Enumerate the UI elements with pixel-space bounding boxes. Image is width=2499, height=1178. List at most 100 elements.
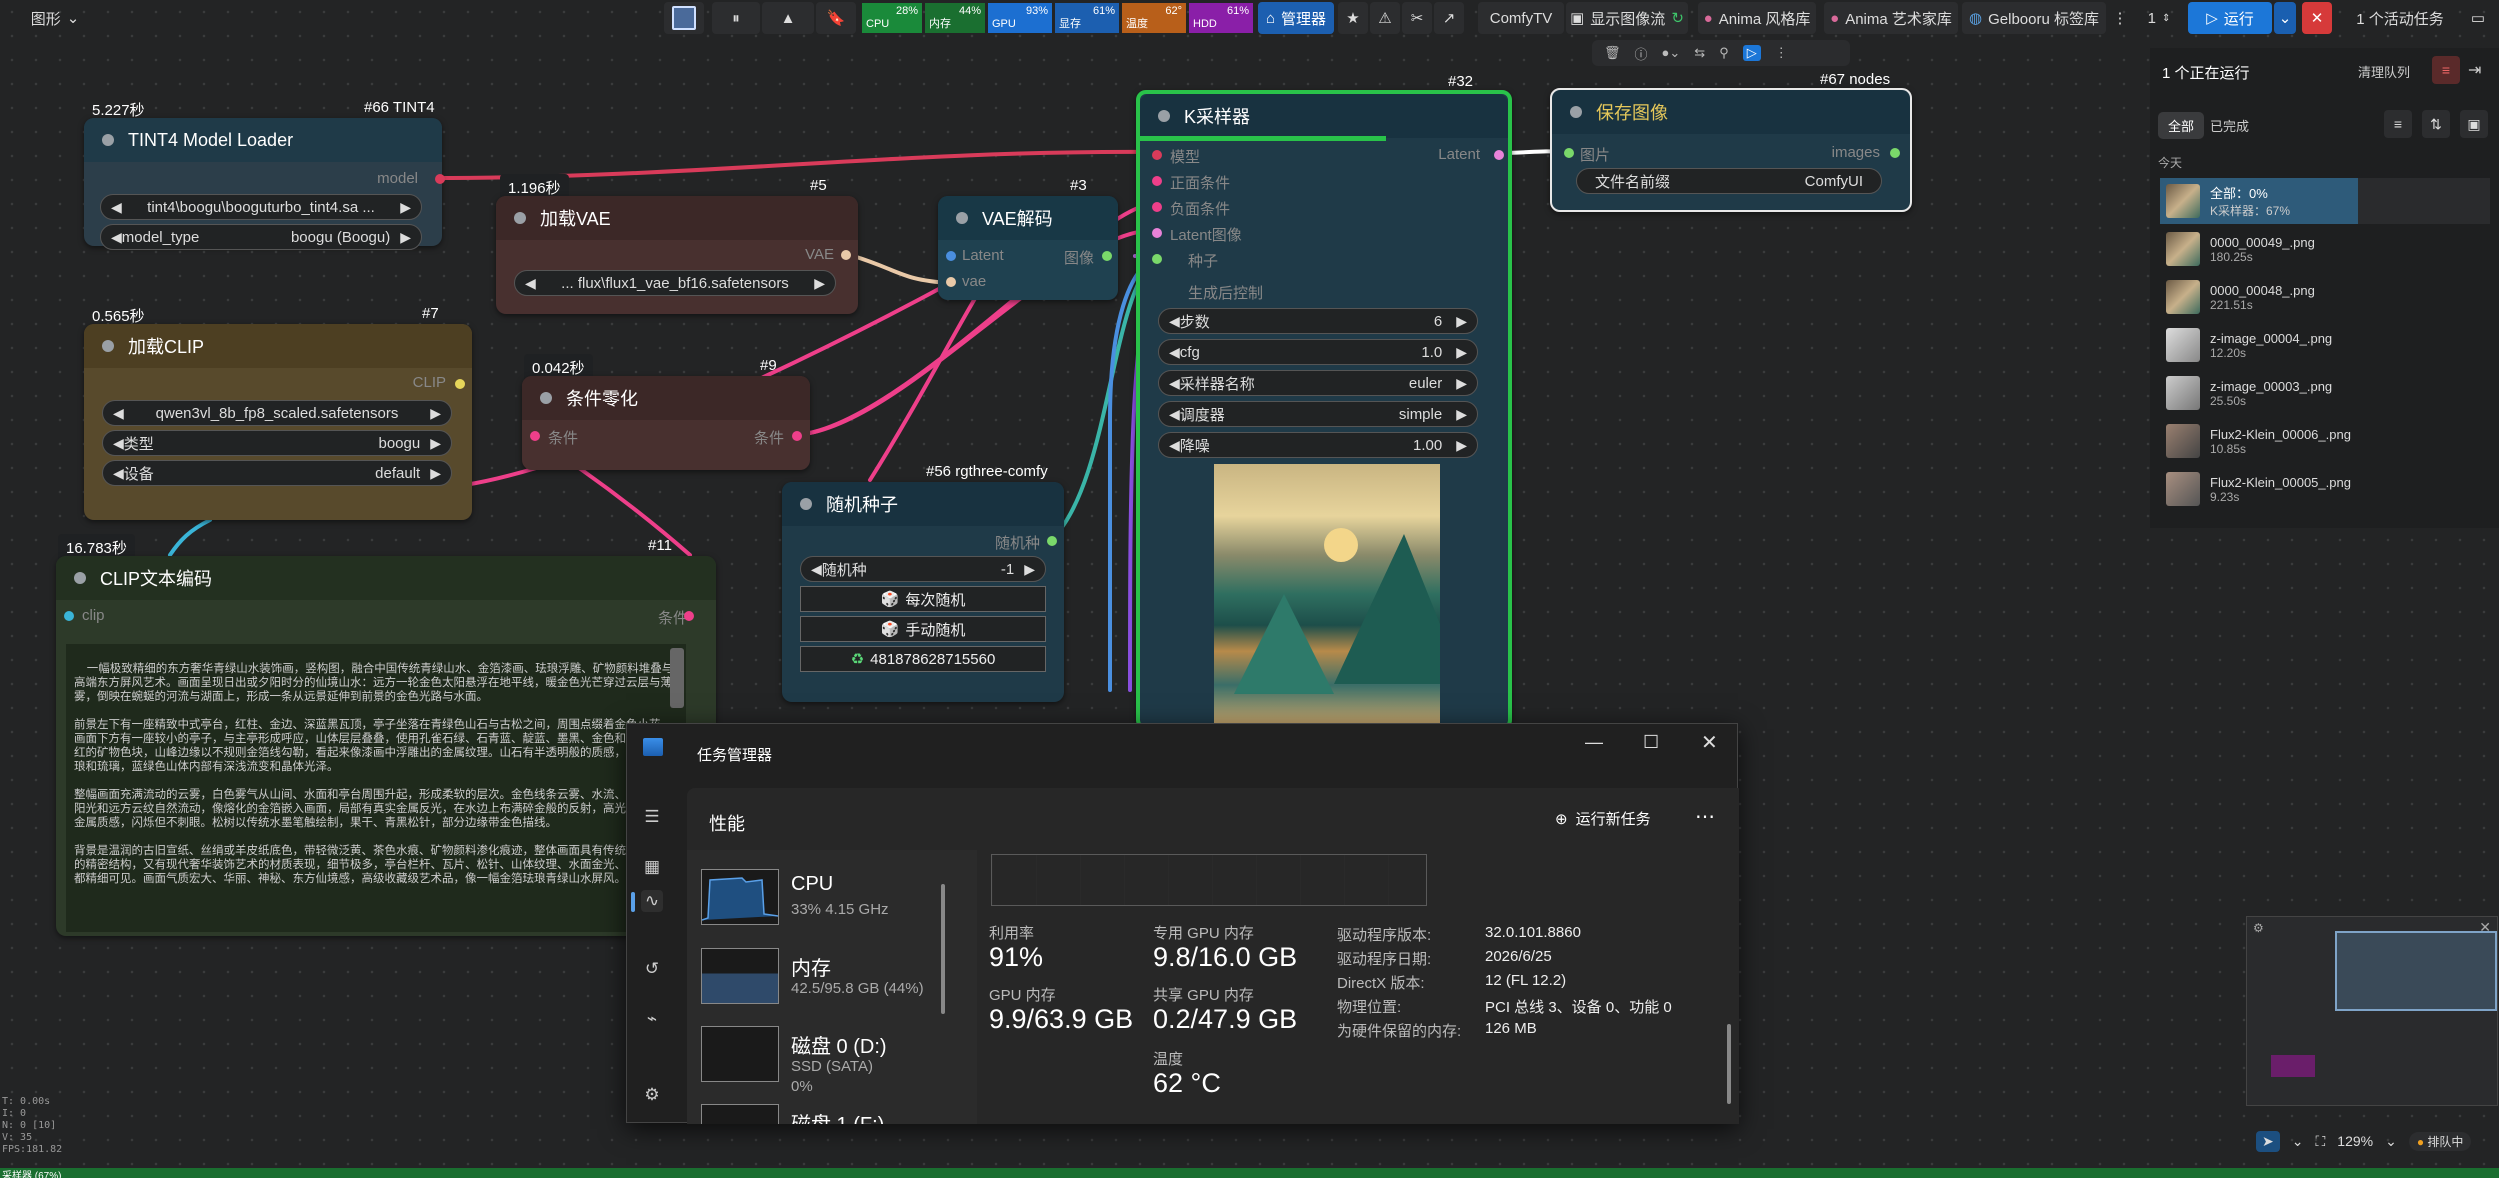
queue-item[interactable]: z-image_00003_.png 25.50s [2160, 370, 2490, 416]
output-port[interactable] [1102, 251, 1112, 261]
output-port[interactable] [1047, 536, 1057, 546]
output-port[interactable] [841, 250, 851, 260]
minimap-settings-icon[interactable]: ⚙ [2253, 921, 2264, 935]
queue-item[interactable]: 0000_00049_.png 180.25s [2160, 226, 2490, 272]
minimap-viewport[interactable] [2335, 931, 2497, 1011]
color-icon[interactable]: ●⌄ [1662, 45, 1681, 61]
perf-item-disk0[interactable]: 磁盘 0 (D:) SSD (SATA) 0% [701, 1026, 946, 1095]
vae-file-select[interactable]: ◀ ... flux\flux1_vae_bf16.safetensors ▶ [514, 270, 836, 296]
comfytv-button[interactable]: ComfyTV [1478, 2, 1564, 34]
history-icon[interactable]: ↺ [641, 958, 663, 980]
denoise-input[interactable]: ◀ 降噪 1.00 ▶ [1158, 432, 1478, 458]
input-port[interactable] [946, 277, 956, 287]
gelbooru-button[interactable]: ◍ Gelbooru 标签库 [1962, 2, 2106, 34]
clip-name-select[interactable]: ◀ qwen3vl_8b_fp8_scaled.safetensors ▶ [102, 400, 452, 426]
run-options-button[interactable]: ⌄ [2274, 2, 2296, 34]
ckpt-select[interactable]: ◀ tint4\boogu\booguturbo_tint4.sa ... ▶ [100, 194, 422, 220]
minimize-button[interactable]: — [1585, 732, 1603, 753]
model-type-select[interactable]: ◀ model_type boogu (Boogu) ▶ [100, 224, 422, 250]
queue-item[interactable]: 0000_00048_.png 221.51s [2160, 274, 2490, 320]
settings-icon[interactable]: ⚙ [641, 1084, 663, 1106]
queue-action-button[interactable]: ≡ [2432, 56, 2460, 84]
node-clip-text-encode[interactable]: CLIP文本编码 clip 条件 一幅极致精细的东方奢华青绿山水装饰画，竖构图，… [56, 556, 716, 936]
input-port[interactable] [530, 431, 540, 441]
clear-queue-button[interactable]: 清理队列 [2358, 62, 2410, 81]
tab-done[interactable]: 已完成 [2210, 116, 2249, 135]
last-seed-button[interactable]: ♻ 481878628715560 [800, 646, 1046, 672]
content-scrollbar[interactable] [1727, 1024, 1731, 1104]
minimap[interactable]: ⚙ ✕ [2246, 916, 2498, 1106]
play-node-icon[interactable]: ▷ [1742, 45, 1761, 61]
cfg-input[interactable]: ◀ cfg 1.0 ▶ [1158, 339, 1478, 365]
output-port[interactable] [435, 174, 445, 184]
logo-button[interactable] [664, 2, 704, 34]
node-tint4-loader[interactable]: TINT4 Model Loader model ◀ tint4\boogu\bo… [84, 118, 445, 250]
maximize-button[interactable]: ☐ [1643, 732, 1659, 753]
clip-device-select[interactable]: ◀ 设备 default ▶ [102, 460, 452, 486]
startup-icon[interactable]: ⌁ [641, 1008, 663, 1030]
queue-current-item[interactable]: 全部：0% K采样器：67% [2160, 178, 2490, 224]
node-header[interactable]: K采样器 [1140, 94, 1508, 138]
run-new-task-button[interactable]: ⊕ 运行新任务 [1555, 808, 1651, 829]
filename-prefix-input[interactable]: 文件名前缀 ComfyUI [1576, 168, 1882, 194]
collapse-icon[interactable]: ⇥ [2468, 60, 2481, 80]
node-random-seed[interactable]: 随机种子 随机种 ◀ 随机种 -1 ▶ 🎲 每次随机 🎲 手动随机 ♻ 4818786287… [782, 482, 1064, 702]
input-port[interactable] [1152, 228, 1162, 238]
node-header[interactable]: 随机种子 [782, 482, 1064, 526]
node-header[interactable]: 加载VAE [496, 196, 858, 240]
seed-input[interactable]: ◀ 随机种 -1 ▶ [800, 556, 1046, 582]
chevron-down-icon[interactable]: ⌄ [2292, 1133, 2304, 1150]
select-mode-icon[interactable]: ➤ [2256, 1130, 2280, 1152]
pause-button[interactable]: ⏸ [712, 2, 760, 34]
active-tasks-button[interactable]: 1 个活动任务 [2340, 2, 2460, 34]
run-button[interactable]: ▷ 运行 [2188, 2, 2272, 34]
node-header[interactable]: VAE解码 [938, 196, 1118, 240]
perf-item-cpu[interactable]: CPU 33% 4.15 GHz [701, 869, 946, 927]
processes-icon[interactable]: ▦ [641, 856, 663, 878]
graph-menu[interactable]: 图形 ⌄ [0, 2, 110, 34]
info-icon[interactable]: ⓘ [1635, 44, 1648, 63]
clip-type-select[interactable]: ◀ 类型 boogu ▶ [102, 430, 452, 456]
close-button[interactable]: ✕ [1701, 730, 1718, 755]
trash-icon[interactable]: 🗑 [1604, 45, 1621, 61]
manager-button[interactable]: ⌂ 管理器 [1258, 2, 1334, 34]
perf-item-memory[interactable]: 内存 42.5/95.8 GB (44%) [701, 948, 946, 1006]
queue-item[interactable]: Flux2-Klein_00005_.png 9.23s [2160, 466, 2490, 512]
task-manager-window[interactable]: 任务管理器 — ☐ ✕ ☰ ▦ ∿ ↺ ⌁ ⚙ 性能 ⊕ 运行新任务 ⋯ CPU … [626, 723, 1739, 1124]
queue-count-input[interactable]: 1 ⇕ [2134, 2, 2184, 34]
stop-button[interactable]: ✕ [2302, 2, 2332, 34]
pin-icon[interactable]: ⚲ [1719, 45, 1729, 61]
output-port[interactable] [792, 431, 802, 441]
more-options-icon[interactable]: ⋯ [1695, 804, 1715, 829]
input-port[interactable] [1152, 254, 1162, 264]
star-button[interactable]: ★ [1338, 2, 1368, 34]
show-stream-button[interactable]: ▣ 显示图像流 ↻ [1566, 2, 1688, 34]
node-header[interactable]: 保存图像 [1552, 90, 1910, 134]
input-port[interactable] [1152, 176, 1162, 186]
node-vae-decode[interactable]: VAE解码 Latent vae 图像 [938, 196, 1118, 300]
node-ksampler[interactable]: K采样器 Latent 模型 正面条件 负面条件 Latent图像 种子 生成后… [1136, 90, 1512, 730]
input-port[interactable] [1564, 148, 1574, 158]
fit-view-icon[interactable]: ⛶ [2315, 1133, 2325, 1150]
zoom-level[interactable]: 129% [2337, 1133, 2373, 1149]
node-header[interactable]: 加载CLIP [84, 324, 472, 368]
perf-list-scrollbar[interactable] [941, 884, 945, 1014]
performance-icon[interactable]: ∿ [641, 890, 663, 912]
node-conditioning-zero[interactable]: 条件零化 条件 条件 [522, 376, 810, 470]
output-port[interactable] [1494, 150, 1504, 160]
node-load-vae[interactable]: 加载VAE VAE ◀ ... flux\flux1_vae_bf16.safet… [496, 196, 858, 314]
panel-toggle-button[interactable]: ▭ [2462, 2, 2494, 34]
node-header[interactable]: CLIP文本编码 [56, 556, 716, 600]
input-port[interactable] [946, 251, 956, 261]
randomize-each-button[interactable]: 🎲 每次随机 [800, 586, 1046, 612]
share-button[interactable]: ↗ [1434, 2, 1464, 34]
node-save-image[interactable]: 保存图像 图片 images 文件名前缀 ComfyUI [1550, 88, 1912, 212]
input-port[interactable] [1152, 150, 1162, 160]
gallery-icon[interactable]: ▣ [2460, 110, 2488, 138]
steps-input[interactable]: ◀ 步数 6 ▶ [1158, 308, 1478, 334]
queue-item[interactable]: z-image_00004_.png 12.20s [2160, 322, 2490, 368]
hamburger-icon[interactable]: ☰ [641, 806, 663, 828]
more-icon[interactable]: ⋮ [1775, 45, 1788, 61]
queue-status-button[interactable]: ● 排队中 [2408, 1131, 2472, 1151]
bypass-icon[interactable]: ⇆ [1694, 45, 1705, 61]
